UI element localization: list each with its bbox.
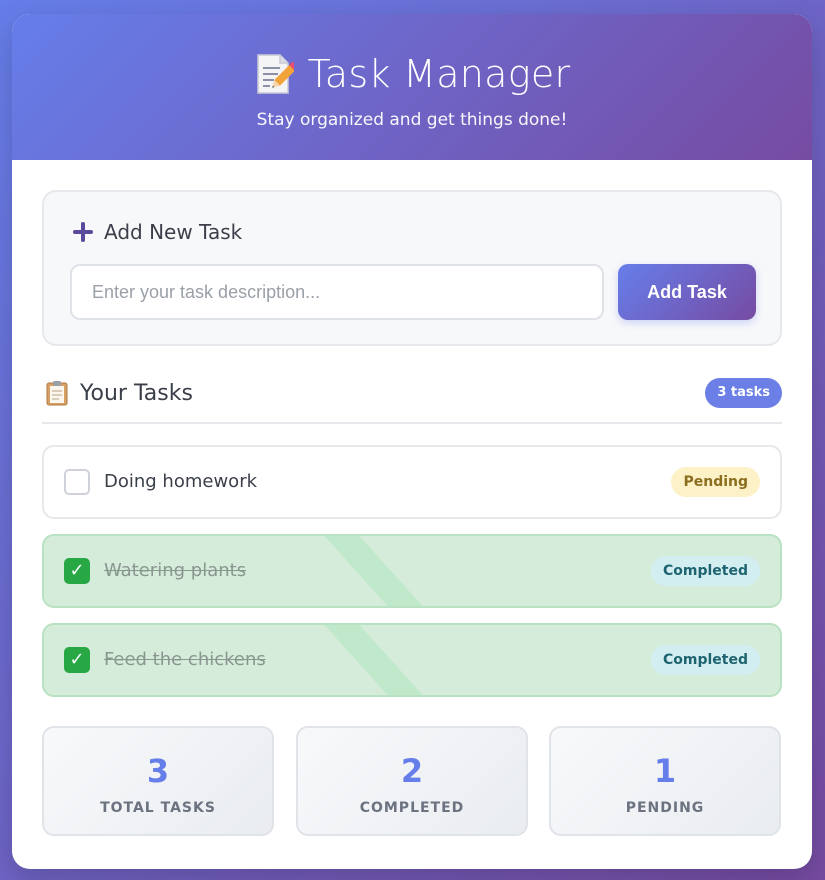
add-task-panel: Add New Task Add Task <box>42 190 782 346</box>
add-task-button[interactable]: Add Task <box>618 264 756 320</box>
stat-label: TOTAL TASKS <box>100 800 216 816</box>
add-task-heading: Add New Task <box>72 220 242 244</box>
task-item: ✓ Watering plants Completed <box>42 534 782 608</box>
app-header: Task Manager Stay organized and get thin… <box>12 14 812 160</box>
status-badge: Completed <box>650 645 760 675</box>
task-checkbox-checked[interactable]: ✓ <box>64 558 90 584</box>
title-row: Task Manager <box>12 50 812 98</box>
plus-icon <box>72 221 94 243</box>
status-badge: Completed <box>650 556 760 586</box>
stat-label: COMPLETED <box>359 800 465 816</box>
clipboard-icon <box>46 380 68 406</box>
task-description-input[interactable] <box>70 264 604 320</box>
task-item: Doing homework Pending <box>42 445 782 519</box>
status-badge: Pending <box>671 467 760 497</box>
add-task-heading-label: Add New Task <box>104 220 243 244</box>
stat-value: 1 <box>653 752 677 790</box>
task-text: Doing homework <box>104 471 258 492</box>
task-count-badge: 3 tasks <box>705 378 782 408</box>
tasks-heading: Your Tasks <box>46 380 193 406</box>
task-text: Feed the chickens <box>104 649 266 670</box>
stat-total-tasks: 3 TOTAL TASKS <box>42 726 274 836</box>
task-checkbox[interactable] <box>64 469 90 495</box>
tasks-header: Your Tasks 3 tasks <box>42 376 782 424</box>
tasks-heading-label: Your Tasks <box>80 380 193 406</box>
page-subtitle: Stay organized and get things done! <box>256 110 568 130</box>
task-checkbox-checked[interactable]: ✓ <box>64 647 90 673</box>
stat-completed: 2 COMPLETED <box>296 726 528 836</box>
stat-pending: 1 PENDING <box>549 726 781 836</box>
task-manager-card: Task Manager Stay organized and get thin… <box>12 14 812 869</box>
task-text: Watering plants <box>104 560 247 581</box>
stat-value: 2 <box>400 752 424 790</box>
page-title: Task Manager <box>307 52 571 96</box>
stat-label: PENDING <box>625 800 705 816</box>
task-item: ✓ Feed the chickens Completed <box>42 623 782 697</box>
stat-value: 3 <box>146 752 170 790</box>
memo-icon <box>254 52 298 96</box>
